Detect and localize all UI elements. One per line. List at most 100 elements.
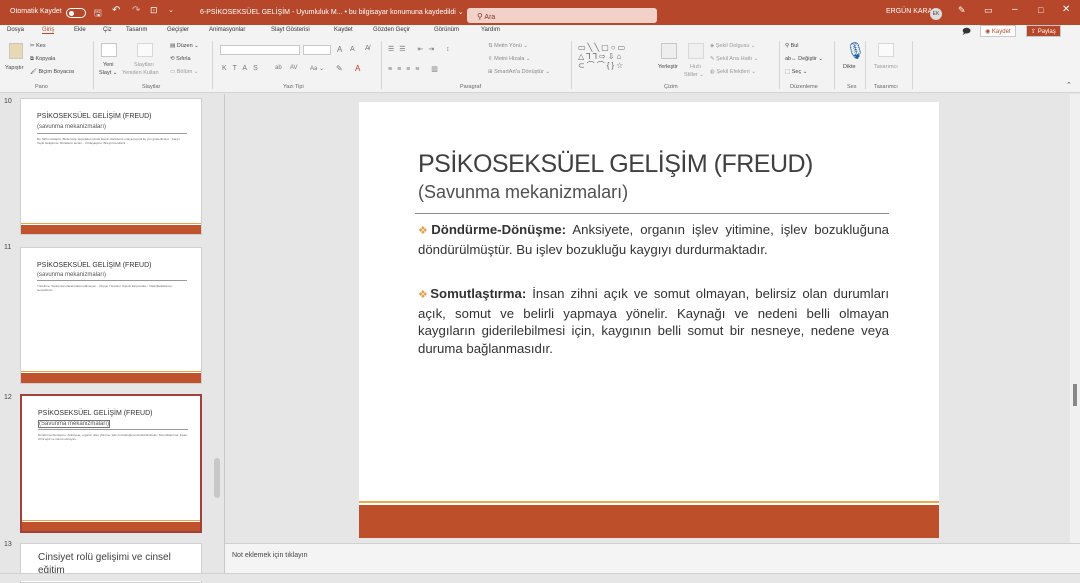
grow-font-icon[interactable]: A xyxy=(337,45,342,54)
find-icon: ⚲ xyxy=(785,43,790,49)
term-dondurme: Döndürme-Dönüşme: xyxy=(431,222,567,237)
smartart-button[interactable]: ⊞ SmartArt'a Dönüştür ⌄ xyxy=(488,69,550,75)
align-text-label: Metni Hizala ⌄ xyxy=(494,56,531,62)
reset-button[interactable]: ⟲ Sıfırla xyxy=(170,56,191,62)
paste-button[interactable]: Yapıştır xyxy=(5,65,24,71)
close-icon[interactable]: ✕ xyxy=(1062,4,1070,15)
undo-icon[interactable]: ↶ xyxy=(112,5,120,16)
list-icons[interactable]: ☰☰ ⇤⇥ ↕ xyxy=(388,45,455,53)
tab-insert[interactable]: Ekle xyxy=(74,27,86,33)
tab-record[interactable]: Kaydet xyxy=(334,27,353,33)
title-divider xyxy=(415,213,889,214)
select-button[interactable]: ⬚ Seç ⌄ xyxy=(785,69,807,75)
minimize-icon[interactable]: – xyxy=(1012,4,1018,15)
shape-fill-button[interactable]: ◈ Şekil Dolgusu ⌄ xyxy=(710,43,756,49)
designer-button[interactable]: Tasarımcı xyxy=(874,64,898,70)
font-size-combo[interactable] xyxy=(303,45,331,55)
font-style-icons[interactable]: KTAS xyxy=(222,65,264,72)
highlight-icon[interactable]: ✎ xyxy=(336,64,343,73)
thumb-body: Döndürme-Dönüşme: Anksiyete, organın işl… xyxy=(38,433,188,441)
new-slide-button[interactable]: Yeni xyxy=(103,62,114,68)
ribbon-display-icon[interactable]: ▭ xyxy=(984,5,993,16)
maximize-icon[interactable]: □ xyxy=(1038,5,1043,15)
autosave-toggle[interactable] xyxy=(66,8,86,18)
font-color-icon[interactable]: A xyxy=(355,64,360,73)
record-label: Kaydet xyxy=(991,29,1011,35)
arrange-button[interactable]: Yerleştir xyxy=(658,64,678,70)
shape-effects-button[interactable]: ◍ Şekil Efektleri ⌄ xyxy=(710,69,756,75)
quick-styles-dropdown[interactable]: Stiller ⌄ xyxy=(684,72,704,78)
tab-view[interactable]: Görünüm xyxy=(434,27,459,33)
slide-thumbnail-12[interactable]: PSİKOSEKSÜEL GELİŞİM (FREUD) (Savunma me… xyxy=(20,394,202,533)
tab-slideshow[interactable]: Slayt Gösterisi xyxy=(271,27,310,33)
slide-thumbnail-10[interactable]: PSİKOSEKSÜEL GELİŞİM (FREUD) (savunma me… xyxy=(20,98,202,235)
share-button[interactable]: ⇪ Paylaş xyxy=(1026,25,1061,37)
dictate-button[interactable]: Dikte xyxy=(843,64,856,70)
tab-transitions[interactable]: Geçişler xyxy=(167,27,189,33)
align-icons[interactable]: ≡≡≡≡ ▥ xyxy=(388,65,443,73)
search-box[interactable]: ⚲ Ara xyxy=(467,8,657,23)
find-button[interactable]: ⚲ Bul xyxy=(785,43,799,49)
pen-icon[interactable]: ✎ xyxy=(958,5,966,16)
shapes-gallery[interactable]: ▭╲╲▢○▭ △⅂⅂⇨⇩⌂ ⊂⌒⌒{}☆ xyxy=(578,43,650,77)
new-slide-icon[interactable] xyxy=(101,43,117,57)
tab-file[interactable]: Dosya xyxy=(7,27,24,33)
quick-styles-button[interactable]: Hızlı xyxy=(690,64,701,70)
paragraph-somutlastirma[interactable]: ❖Somutlaştırma: İnsan zihni açık ve somu… xyxy=(418,285,889,357)
redo-icon[interactable]: ↷ xyxy=(132,5,140,16)
shrink-font-icon[interactable]: A xyxy=(350,46,355,53)
paragraph-dondurme[interactable]: ❖Döndürme-Dönüşme: Anksiyete, organın iş… xyxy=(418,221,889,258)
tab-home[interactable]: Giriş xyxy=(42,27,55,34)
arrange-icon[interactable] xyxy=(661,43,677,59)
qat-more-icon[interactable]: ⌄ xyxy=(168,6,174,14)
status-bar xyxy=(0,573,1080,581)
scroll-thumb[interactable] xyxy=(1073,384,1077,406)
thumb-accent-line xyxy=(21,371,201,372)
microphone-icon[interactable]: 🎙 xyxy=(845,41,865,61)
shape-outline-button[interactable]: ✎ Şekil Ana Hattı ⌄ xyxy=(710,56,758,62)
text-direction-button[interactable]: ⇅ Metin Yönü ⌄ xyxy=(488,43,528,49)
slide-thumbnail-11[interactable]: PSİKOSEKSÜEL GELİŞİM (FREUD) (savunma me… xyxy=(20,247,202,384)
current-slide[interactable]: PSİKOSEKSÜEL GELİŞİM (FREUD) (Savunma me… xyxy=(359,102,939,538)
replace-button[interactable]: ab↔ Değiştir ⌄ xyxy=(785,56,823,62)
quick-styles-icon[interactable] xyxy=(688,43,704,59)
reset-icon: ⟲ xyxy=(170,56,175,62)
char-spacing-icon[interactable]: AV xyxy=(290,65,298,71)
align-text-button[interactable]: ⇳ Metni Hizala ⌄ xyxy=(488,56,531,62)
present-icon[interactable]: ⊡ xyxy=(150,5,158,16)
save-icon[interactable]: 🖫 xyxy=(94,6,102,22)
editor-scrollbar[interactable] xyxy=(1070,94,1080,543)
font-name-combo[interactable] xyxy=(220,45,300,55)
slide-title[interactable]: PSİKOSEKSÜEL GELİŞİM (FREUD) xyxy=(418,150,813,179)
copy-button[interactable]: ⧉ Kopyala xyxy=(30,56,55,63)
tab-help[interactable]: Yardım xyxy=(481,27,500,33)
designer-icon[interactable] xyxy=(878,43,894,57)
clear-format-icon[interactable]: A̸ xyxy=(365,45,370,52)
tab-review[interactable]: Gözden Geçir xyxy=(373,27,410,33)
tab-draw[interactable]: Çiz xyxy=(103,27,112,33)
divider xyxy=(865,41,866,89)
reuse-slides-button[interactable]: Slaytları xyxy=(134,62,154,68)
tab-design[interactable]: Tasarım xyxy=(126,27,147,33)
strike-icon[interactable]: ab xyxy=(275,65,282,71)
reuse-slides-icon[interactable] xyxy=(137,43,153,57)
avatar[interactable]: EK xyxy=(930,8,942,20)
reset-label: Sıfırla xyxy=(176,56,191,62)
format-painter-button[interactable]: 🖌 Biçim Boyacısı xyxy=(30,69,75,75)
tab-animations[interactable]: Animasyonlar xyxy=(209,27,245,33)
new-slide-dropdown[interactable]: Slayt ⌄ xyxy=(99,70,117,76)
paste-icon[interactable] xyxy=(9,43,23,59)
document-title[interactable]: 6-PSİKOSEKSÜEL GELİŞİM - Uyumluluk M... … xyxy=(200,8,464,16)
collapse-ribbon-icon[interactable]: ⌃ xyxy=(1066,81,1072,89)
cut-button[interactable]: ✂ Kes xyxy=(30,43,46,49)
group-editing-label: Düzenleme xyxy=(790,84,818,90)
notes-pane[interactable]: Not eklemek için tıklayın xyxy=(225,543,1080,573)
user-name[interactable]: ERGÜN KARA xyxy=(886,8,932,15)
section-button[interactable]: ▭ Bölüm ⌄ xyxy=(170,69,198,75)
layout-button[interactable]: ▤ Düzen ⌄ xyxy=(170,43,199,49)
change-case-icon[interactable]: Aa ⌄ xyxy=(310,65,324,72)
slide-subtitle[interactable]: (Savunma mekanizmaları) xyxy=(418,182,628,203)
record-button[interactable]: ◉ Kaydet xyxy=(980,25,1016,37)
thumbnails-scrollbar[interactable] xyxy=(214,458,220,498)
reuse-slides-label: Yeniden Kullan xyxy=(122,70,159,76)
